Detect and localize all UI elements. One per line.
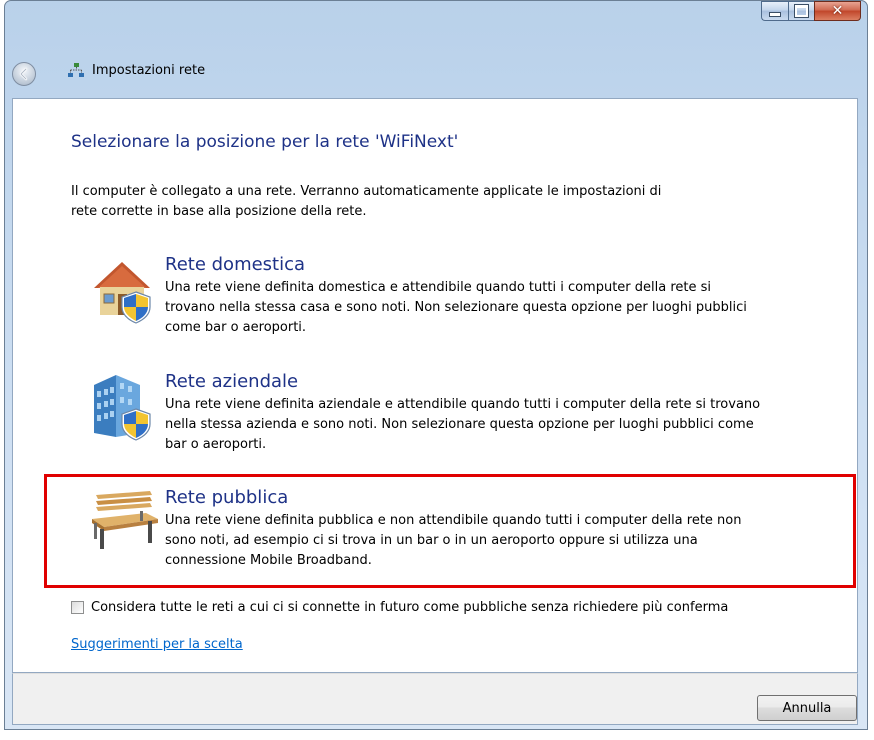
option-home-network[interactable]: Rete domestica Una rete viene definita d… [88, 254, 768, 344]
house-shield-icon [94, 262, 151, 324]
future-networks-public-label: Considera tutte le reti a cui ci si conn… [91, 600, 729, 615]
footer-bar [12, 673, 858, 725]
minimize-button[interactable] [761, 1, 788, 21]
option-home-title: Rete domestica [165, 254, 306, 275]
selection-highlight-frame [44, 474, 856, 588]
maximize-icon [794, 4, 809, 18]
close-button[interactable]: ✕ [814, 1, 861, 21]
desktop-edge-right [870, 0, 874, 740]
office-building-shield-icon [94, 375, 151, 441]
help-choosing-link[interactable]: Suggerimenti per la scelta [71, 637, 243, 652]
back-arrow-icon [19, 67, 28, 81]
close-icon: ✕ [831, 3, 844, 19]
network-icon [68, 63, 84, 77]
window-title: Impostazioni rete [92, 63, 206, 78]
future-networks-public-option[interactable]: Considera tutte le reti a cui ci si conn… [71, 600, 728, 615]
minimize-icon [769, 11, 781, 17]
future-networks-public-checkbox[interactable] [71, 601, 84, 614]
option-work-title: Rete aziendale [165, 371, 299, 392]
intro-text: Il computer è collegato a una rete. Verr… [71, 184, 662, 219]
cancel-button[interactable]: Annulla [757, 695, 857, 721]
caption-buttons: ✕ [761, 1, 861, 21]
maximize-button[interactable] [788, 1, 814, 21]
page-heading: Selezionare la posizione per la rete 'Wi… [71, 132, 459, 152]
option-home-description: Una rete viene definita domestica e atte… [165, 280, 747, 335]
title-bar[interactable]: ✕ [5, 1, 867, 49]
option-work-description: Una rete viene definita aziendale e atte… [165, 397, 761, 452]
back-button[interactable] [12, 62, 36, 86]
option-work-network[interactable]: Rete aziendale Una rete viene definita a… [88, 371, 768, 461]
